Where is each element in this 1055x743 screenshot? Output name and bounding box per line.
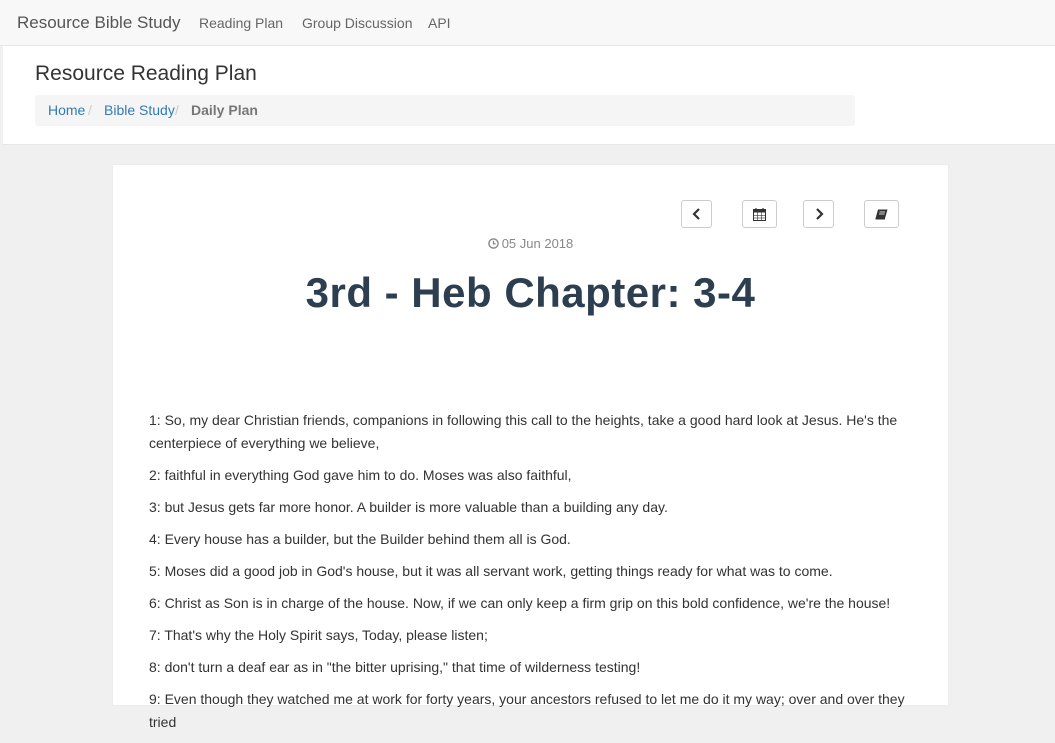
verse-8: 8: don't turn a deaf ear as in "the bitt… (149, 659, 641, 675)
page-title: Resource Reading Plan (35, 62, 257, 85)
breadcrumb-daily-plan: Daily Plan (191, 102, 258, 118)
breadcrumb: Home / Bible Study / Daily Plan (35, 95, 855, 126)
nav-link-group-discussion[interactable]: Group Discussion (302, 15, 413, 31)
verse-2: 2: faithful in everything God gave him t… (149, 467, 572, 483)
verse-3: 3: but Jesus gets far more honor. A buil… (149, 499, 668, 515)
breadcrumb-home[interactable]: Home (48, 95, 85, 126)
previous-day-button[interactable] (681, 200, 712, 228)
breadcrumb-separator: / (175, 102, 179, 118)
clock-icon (487, 238, 499, 249)
book-icon (875, 209, 888, 219)
verse-9: 9: Even though they watched me at work f… (149, 691, 905, 730)
verse-7: 7: That's why the Holy Spirit says, Toda… (149, 627, 488, 643)
brand-link[interactable]: Resource Bible Study (17, 13, 180, 33)
reading-date-text: 05 Jun 2018 (501, 236, 574, 251)
book-button[interactable] (864, 200, 899, 228)
top-navbar: Resource Bible Study Reading Plan Group … (0, 0, 1055, 46)
reading-card: 05 Jun 2018 3rd - Heb Chapter: 3-4 1: So… (112, 164, 949, 730)
nav-link-reading-plan[interactable]: Reading Plan (199, 15, 283, 31)
verse-5: 5: Moses did a good job in God's house, … (149, 563, 833, 579)
calendar-button[interactable] (742, 200, 777, 228)
verse-list: 1: So, my dear Christian friends, compan… (149, 409, 919, 743)
chapter-title: 3rd - Heb Chapter: 3-4 (305, 269, 756, 316)
chevron-right-icon (815, 208, 824, 220)
page-header: Resource Reading Plan Home / Bible Study… (3, 46, 1055, 145)
calendar-icon (753, 207, 766, 221)
next-day-button[interactable] (803, 200, 834, 228)
chevron-left-icon (691, 208, 700, 220)
nav-link-api[interactable]: API (428, 15, 451, 31)
verse-6: 6: Christ as Son is in charge of the hou… (149, 595, 891, 611)
breadcrumb-bible-study[interactable]: Bible Study (104, 95, 175, 126)
reading-date: 05 Jun 2018 (113, 236, 948, 251)
verse-1: 1: So, my dear Christian friends, compan… (149, 412, 898, 451)
breadcrumb-separator: / (88, 102, 92, 118)
verse-4: 4: Every house has a builder, but the Bu… (149, 531, 571, 547)
